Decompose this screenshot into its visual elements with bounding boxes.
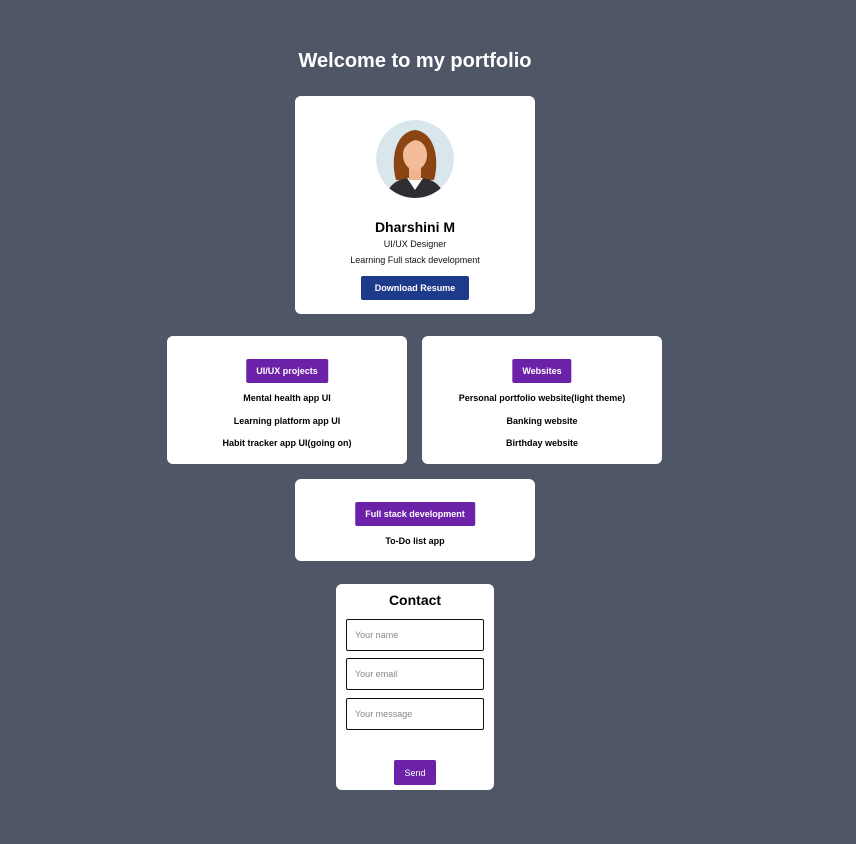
profile-role: UI/UX Designer [383, 239, 447, 249]
profile-name: Dharshini M [374, 219, 456, 235]
message-field[interactable] [346, 698, 484, 730]
profile-card: Dharshini M UI/UX Designer Learning Full… [295, 96, 535, 314]
list-item[interactable]: Birthday website [422, 438, 662, 448]
page-title: Welcome to my portfolio [298, 50, 532, 72]
list-item[interactable]: Learning platform app UI [167, 416, 407, 426]
websites-tag: Websites [512, 359, 572, 383]
list-item[interactable]: Mental health app UI [167, 393, 407, 403]
profile-learning: Learning Full stack development [350, 255, 480, 265]
fullstack-tag: Full stack development [355, 502, 475, 526]
list-item[interactable]: Banking website [422, 416, 662, 426]
list-item[interactable]: To-Do list app [295, 536, 535, 546]
contact-card: Contact Send [336, 584, 494, 790]
email-field[interactable] [346, 658, 484, 690]
send-button[interactable]: Send [394, 760, 436, 785]
uiux-projects-card: UI/UX projects Mental health app UI Lear… [167, 336, 407, 464]
uiux-projects-tag: UI/UX projects [246, 359, 328, 383]
websites-card: Websites Personal portfolio website(ligh… [422, 336, 662, 464]
fullstack-card: Full stack development To-Do list app [295, 479, 535, 561]
list-item[interactable]: Personal portfolio website(light theme) [422, 393, 662, 403]
name-field[interactable] [346, 619, 484, 651]
list-item[interactable]: Habit tracker app UI(going on) [167, 438, 407, 448]
contact-title: Contact [388, 592, 442, 608]
download-resume-button[interactable]: Download Resume [361, 276, 469, 300]
woman-avatar-icon [376, 120, 454, 198]
